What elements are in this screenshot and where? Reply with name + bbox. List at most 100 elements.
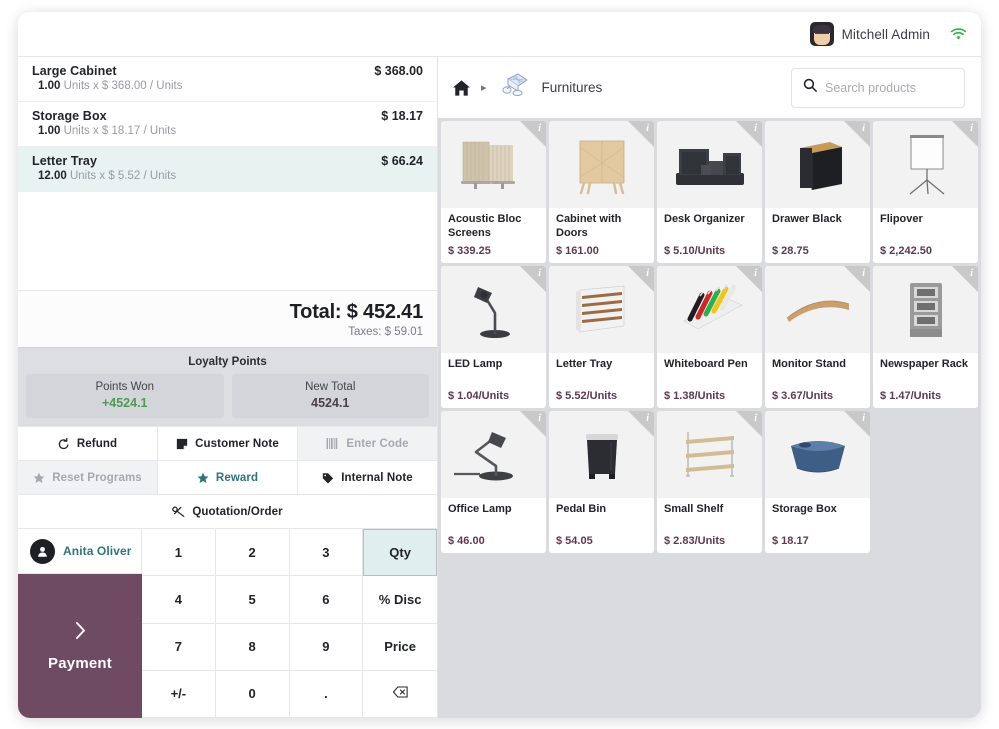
product-card[interactable]: i Acoustic Bloc Screens $ 339.25 [441, 121, 546, 263]
product-info-corner [844, 121, 870, 147]
numpad-key-label: 6 [322, 591, 330, 607]
numpad-key-6[interactable]: 6 [289, 576, 364, 624]
product-card[interactable]: i Newspaper Rack $ 1.47/Units [873, 266, 978, 408]
numpad-key-8[interactable]: 8 [215, 623, 290, 671]
product-meta: LED Lamp $ 1.04/Units [441, 353, 546, 408]
numpad-key-price[interactable]: Price [363, 623, 437, 671]
numpad-key-7[interactable]: 7 [142, 623, 216, 671]
product-price: $ 28.75 [772, 245, 809, 257]
info-icon[interactable]: i [754, 268, 757, 279]
product-meta: Monitor Stand $ 3.67/Units [765, 353, 870, 408]
product-card[interactable]: i Cabinet with Doors $ 161.00 [549, 121, 654, 263]
home-icon[interactable] [452, 79, 471, 97]
product-image: i [873, 121, 978, 208]
numpad-key-label: 9 [322, 639, 330, 655]
numpad-key-1[interactable]: 1 [142, 529, 216, 577]
numpad-key-[interactable]: +/- [142, 670, 216, 718]
info-icon[interactable]: i [646, 268, 649, 279]
info-icon[interactable]: i [862, 123, 865, 134]
action-enter-code-button[interactable]: Enter Code [298, 427, 437, 460]
product-grid-area: i Acoustic Bloc Screens $ 339.25 i Cabinet w… [438, 118, 981, 718]
numpad-key-2[interactable]: 2 [215, 529, 290, 577]
order-line-amount: $ 368.00 [374, 64, 423, 78]
product-name: Storage Box [772, 503, 837, 515]
numpad-key-label: 0 [248, 686, 256, 702]
product-card[interactable]: i Office Lamp $ 46.00 [441, 411, 546, 553]
product-price: $ 18.17 [772, 535, 809, 547]
info-icon[interactable]: i [970, 268, 973, 279]
info-icon[interactable]: i [862, 268, 865, 279]
product-info-corner [736, 266, 762, 292]
wifi-icon[interactable] [950, 27, 967, 41]
payment-button[interactable]: Payment [18, 574, 142, 718]
product-card[interactable]: i Drawer Black $ 28.75 [765, 121, 870, 263]
action-quotation-order-button[interactable]: Quotation/Order [18, 495, 437, 528]
info-icon[interactable]: i [538, 123, 541, 134]
info-icon[interactable]: i [754, 123, 757, 134]
product-name: Newspaper Rack [880, 358, 969, 370]
info-icon[interactable]: i [538, 268, 541, 279]
numpad-key-9[interactable]: 9 [289, 623, 364, 671]
product-card[interactable]: i Flipover $ 2,242.50 [873, 121, 978, 263]
order-line-detail: 12.00 Units x $ 5.52 / Units [32, 170, 423, 182]
info-icon[interactable]: i [646, 123, 649, 134]
numpad-key-[interactable]: . [289, 670, 364, 718]
product-card[interactable]: i Small Shelf $ 2.83/Units [657, 411, 762, 553]
action-customer-note-button[interactable]: Customer Note [158, 427, 298, 460]
action-internal-note-button[interactable]: Internal Note [298, 461, 437, 494]
breadcrumb-category[interactable]: Furnitures [497, 70, 602, 105]
product-name: Desk Organizer [664, 213, 745, 225]
note-icon [176, 438, 188, 450]
numpad-key-label: 2 [248, 544, 256, 560]
product-card[interactable]: i Pedal Bin $ 54.05 [549, 411, 654, 553]
info-icon[interactable]: i [862, 413, 865, 424]
info-icon[interactable]: i [754, 413, 757, 424]
product-name: Whiteboard Pen [664, 358, 748, 370]
action-button-label: Reward [215, 471, 259, 484]
product-card[interactable]: i LED Lamp $ 1.04/Units [441, 266, 546, 408]
product-meta: Letter Tray $ 5.52/Units [549, 353, 654, 408]
numpad-key-[interactable] [363, 670, 437, 718]
main-area: Large Cabinet $ 368.00 1.00 Units x $ 368.… [18, 56, 981, 718]
product-card[interactable]: i Desk Organizer $ 5.10/Units [657, 121, 762, 263]
action-reset-programs-button[interactable]: Reset Programs [18, 461, 158, 494]
numpad-keys: 1 2 3 Qty 4 5 6 % Disc 7 8 9 Price +/- 0. [142, 529, 437, 718]
product-image: i [657, 411, 762, 498]
numpad-key-disc[interactable]: % Disc [363, 576, 437, 624]
numpad-key-0[interactable]: 0 [215, 670, 290, 718]
numpad-key-5[interactable]: 5 [215, 576, 290, 624]
order-line[interactable]: Storage Box $ 18.17 1.00 Units x $ 18.17 /… [18, 102, 437, 147]
info-icon[interactable]: i [538, 413, 541, 424]
search-input[interactable] [825, 80, 981, 95]
product-info-corner [736, 121, 762, 147]
customer-button[interactable]: Anita Oliver [18, 529, 142, 574]
backspace-icon [392, 686, 408, 701]
loyalty-card-label: Points Won [95, 381, 155, 393]
info-icon[interactable]: i [970, 123, 973, 134]
action-button-label: Reset Programs [52, 471, 142, 484]
order-lines-list[interactable]: Large Cabinet $ 368.00 1.00 Units x $ 368.… [18, 56, 437, 290]
product-card[interactable]: i Storage Box $ 18.17 [765, 411, 870, 553]
product-card[interactable]: i Whiteboard Pen $ 1.38/Units [657, 266, 762, 408]
numpad-key-label: 1 [174, 544, 182, 560]
product-image: i [657, 266, 762, 353]
product-meta: Drawer Black $ 28.75 [765, 208, 870, 263]
payment-label: Payment [48, 654, 112, 672]
action-button-row: Reset Programs Reward Internal Note [18, 460, 437, 494]
action-reward-button[interactable]: Reward [158, 461, 298, 494]
star-icon [33, 472, 45, 484]
user-menu-button[interactable]: Mitchell Admin [806, 20, 934, 48]
breadcrumb-separator: ▸ [481, 82, 487, 94]
numpad-key-qty[interactable]: Qty [363, 529, 437, 577]
action-refund-button[interactable]: Refund [18, 427, 158, 460]
product-image: i [441, 266, 546, 353]
product-card[interactable]: i Monitor Stand $ 3.67/Units [765, 266, 870, 408]
order-line[interactable]: Large Cabinet $ 368.00 1.00 Units x $ 368.… [18, 57, 437, 102]
numpad-key-4[interactable]: 4 [142, 576, 216, 624]
product-card[interactable]: i Letter Tray $ 5.52/Units [549, 266, 654, 408]
numpad-key-3[interactable]: 3 [289, 529, 364, 577]
info-icon[interactable]: i [646, 413, 649, 424]
product-meta: Storage Box $ 18.17 [765, 498, 870, 553]
order-line[interactable]: Letter Tray $ 66.24 12.00 Units x $ 5.52 /… [18, 147, 437, 192]
search-box[interactable] [791, 67, 981, 108]
